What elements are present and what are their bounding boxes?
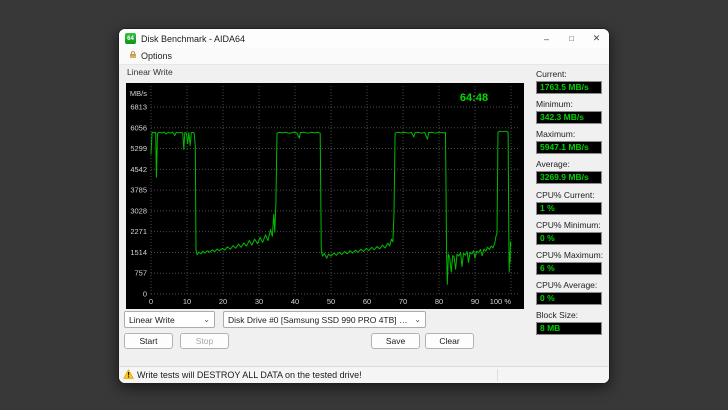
svg-text:6056: 6056 [130,123,147,132]
save-button[interactable]: Save [371,333,420,349]
svg-text:1514: 1514 [130,248,147,257]
svg-text:60: 60 [363,297,371,306]
stat-cpu-maximum-value: 6 % [536,262,602,275]
benchmark-chart: 0 10 20 30 40 50 60 70 80 90 100 % 0 757 1514 2271 3028… [126,83,524,309]
stat-cpu-average: CPU% Average: 0 % [536,280,606,305]
svg-text:70: 70 [399,297,407,306]
aida64-app-icon: 64 [125,33,136,44]
stat-cpu-minimum-label: CPU% Minimum: [536,220,601,230]
stop-button[interactable]: Stop [180,333,229,349]
stat-cpu-maximum: CPU% Maximum: 6 % [536,250,606,275]
linear-write-chart-svg: 0 10 20 30 40 50 60 70 80 90 100 % 0 757 1514 2271 3028… [126,83,524,309]
svg-text:0: 0 [149,297,153,306]
options-label: Options [141,51,173,61]
svg-text:5299: 5299 [130,144,147,153]
start-button[interactable]: Start [124,333,173,349]
options-icon [128,50,138,62]
stat-maximum-label: Maximum: [536,129,576,139]
svg-text:MB/s: MB/s [130,89,147,98]
svg-text:90: 90 [471,297,479,306]
stat-average-label: Average: [536,159,570,169]
status-bar: Write tests will DESTROY ALL DATA on the… [119,366,609,383]
window-title: Disk Benchmark - AIDA64 [141,33,246,44]
clear-button[interactable]: Clear [425,333,474,349]
stat-minimum: Minimum: 342.3 MB/s [536,99,606,124]
svg-text:0: 0 [143,290,147,299]
chevron-down-icon: ⌄ [203,315,210,324]
stat-cpu-current-value: 1 % [536,202,602,215]
svg-text:30: 30 [255,297,263,306]
maximize-button[interactable]: □ [559,29,584,48]
stat-cpu-current-label: CPU% Current: [536,190,595,200]
stat-block-size-value: 8 MB [536,322,602,335]
svg-text:40: 40 [291,297,299,306]
stat-current-value: 1763.5 MB/s [536,81,602,94]
svg-text:64:48: 64:48 [460,92,488,104]
statusbar-divider [497,369,498,381]
warning-text: Write tests will DESTROY ALL DATA on the… [137,370,362,380]
svg-text:100 %: 100 % [490,297,512,306]
warning-icon [123,366,134,383]
stat-average: Average: 3269.9 MB/s [536,159,606,184]
close-button[interactable]: ✕ [584,29,609,48]
stat-average-value: 3269.9 MB/s [536,171,602,184]
svg-text:757: 757 [134,269,147,278]
disk-drive-value: Disk Drive #0 [Samsung SSD 990 PRO 4TB] … [228,314,411,325]
stat-minimum-label: Minimum: [536,99,573,109]
stat-maximum-value: 5947.1 MB/s [536,141,602,154]
svg-text:4542: 4542 [130,165,147,174]
menu-bar: Options [119,48,609,65]
chevron-down-icon: ⌄ [414,315,421,324]
stat-cpu-average-value: 0 % [536,292,602,305]
options-menu[interactable]: Options [123,49,177,63]
disk-drive-select[interactable]: Disk Drive #0 [Samsung SSD 990 PRO 4TB] … [223,311,426,328]
tab-linear-write[interactable]: Linear Write [127,67,173,77]
svg-text:50: 50 [327,297,335,306]
stat-cpu-average-label: CPU% Average: [536,280,598,290]
test-type-value: Linear Write [129,314,175,325]
stat-minimum-value: 342.3 MB/s [536,111,602,124]
stat-block-size-label: Block Size: [536,310,579,320]
svg-text:3785: 3785 [130,186,147,195]
stat-cpu-maximum-label: CPU% Maximum: [536,250,604,260]
stat-cpu-minimum-value: 0 % [536,232,602,245]
svg-text:3028: 3028 [130,206,147,215]
stat-cpu-current: CPU% Current: 1 % [536,190,606,215]
stat-current-label: Current: [536,69,567,79]
svg-text:2271: 2271 [130,227,147,236]
stat-block-size: Block Size: 8 MB [536,310,606,335]
stat-current: Current: 1763.5 MB/s [536,69,606,94]
svg-text:10: 10 [183,297,191,306]
title-bar: 64 Disk Benchmark - AIDA64 – □ ✕ [119,29,609,48]
stat-cpu-minimum: CPU% Minimum: 0 % [536,220,606,245]
stats-panel: Current: 1763.5 MB/s Minimum: 342.3 MB/s… [536,69,606,340]
disk-benchmark-window: 64 Disk Benchmark - AIDA64 – □ ✕ Options… [118,28,610,384]
test-type-select[interactable]: Linear Write ⌄ [124,311,215,328]
svg-text:80: 80 [435,297,443,306]
stat-maximum: Maximum: 5947.1 MB/s [536,129,606,154]
client-area: Linear Write 0 10 20 30 40 50 60 70 80 90 100 % 0 75… [119,65,609,366]
svg-text:6813: 6813 [130,103,147,112]
minimize-button[interactable]: – [534,29,559,48]
svg-text:20: 20 [219,297,227,306]
